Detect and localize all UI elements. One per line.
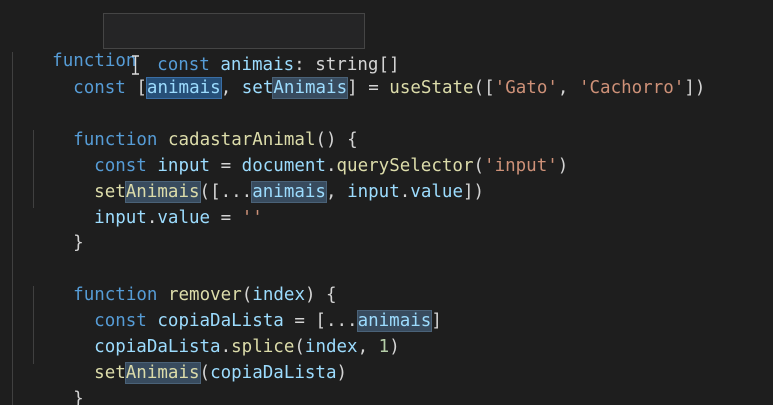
code-line-4[interactable]: function cadastarAnimal() {	[31, 101, 358, 150]
function-call: useState	[389, 78, 474, 98]
punctuation: ([	[473, 78, 495, 98]
punctuation: ,	[357, 337, 379, 357]
number-literal: 1	[378, 337, 390, 357]
punctuation: )	[336, 363, 348, 383]
code-line-10[interactable]: function remover(index) {	[31, 256, 336, 305]
punctuation: ]	[431, 311, 442, 331]
code-line-7[interactable]: input.value = ''	[52, 179, 263, 228]
identifier: input	[347, 182, 400, 202]
code-line-5[interactable]: const input = document.querySelector('in…	[52, 127, 568, 176]
punctuation: )	[389, 337, 400, 357]
tooltip-type: : string[]	[294, 55, 400, 75]
code-line-14[interactable]: }	[31, 360, 84, 405]
code-line-6[interactable]: setAnimais([...animais, input.value])	[52, 153, 484, 203]
tooltip-keyword: const	[157, 55, 210, 75]
string-literal: ''	[241, 208, 263, 228]
identifier-highlight: animais	[251, 181, 327, 203]
punctuation: ])	[684, 78, 706, 98]
identifier: input	[94, 208, 147, 228]
string-literal: 'Gato'	[494, 78, 558, 98]
code-line-12[interactable]: copiaDaLista.splice(index, 1)	[52, 308, 400, 357]
punctuation: =	[210, 208, 242, 228]
punctuation: ])	[462, 182, 485, 202]
string-literal: 'input'	[484, 156, 558, 176]
punctuation: }	[73, 233, 84, 253]
tooltip-name: animais	[220, 55, 295, 75]
identifier: copiaDaLista	[210, 363, 337, 383]
hover-tooltip: const animais: string[]	[103, 13, 400, 75]
string-literal: 'Cachorro'	[578, 78, 685, 98]
identifier: value	[410, 182, 463, 202]
indent-guide	[12, 52, 13, 405]
punctuation: .	[146, 208, 158, 228]
function-call: set	[94, 363, 126, 383]
identifier: value	[157, 208, 211, 228]
code-line-13[interactable]: setAnimais(copiaDaLista)	[52, 334, 347, 384]
punctuation: )	[557, 156, 569, 176]
punctuation: ,	[325, 182, 348, 202]
text-cursor-icon	[132, 55, 139, 75]
punctuation: (	[199, 363, 211, 383]
punctuation: .	[399, 182, 411, 202]
code-line-11[interactable]: const copiaDaLista = [...animais]	[52, 282, 442, 332]
code-editor[interactable]: function const animais: string[] const […	[0, 0, 773, 405]
punctuation: }	[73, 389, 84, 405]
punctuation: ,	[557, 78, 579, 98]
code-line-8[interactable]: }	[31, 204, 84, 253]
identifier-highlight: Animais	[124, 362, 201, 384]
